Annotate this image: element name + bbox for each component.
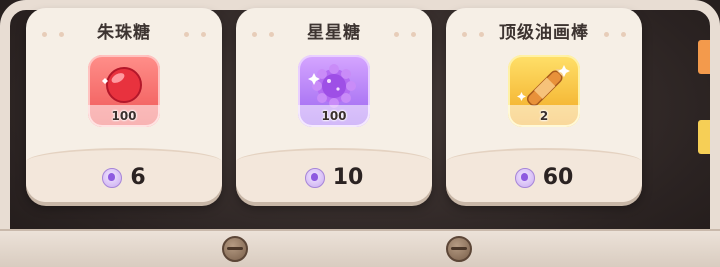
item-tile: 100 (88, 55, 160, 127)
purple-crystal-currency-icon (304, 167, 325, 188)
item-title: 星星糖 (307, 23, 361, 43)
price-value: 60 (542, 165, 574, 190)
item-count: 100 (321, 109, 347, 123)
purple-crystal-currency-icon (514, 167, 535, 188)
item-count: 100 (111, 109, 137, 123)
price-value: 10 (332, 165, 364, 190)
item-tile: 2 (508, 55, 580, 127)
item-tile: 100 (298, 55, 370, 127)
item-count: 2 (539, 109, 549, 123)
price[interactable]: 10 (236, 165, 432, 190)
shop-item-card-2[interactable]: 星星糖 100 10 (236, 8, 432, 202)
shop-item-card-3[interactable]: 顶级油画棒 2 60 (446, 8, 642, 202)
item-title: 顶级油画棒 (499, 23, 589, 43)
price[interactable]: 6 (26, 165, 222, 190)
price-value: 6 (130, 165, 146, 190)
item-title: 朱珠糖 (97, 23, 151, 43)
price[interactable]: 60 (446, 165, 642, 190)
purple-crystal-currency-icon (102, 167, 123, 188)
screw-icon (222, 236, 248, 262)
shop-item-card-1[interactable]: 朱珠糖 100 6 (26, 8, 222, 202)
screw-icon (446, 236, 472, 262)
board-frame-bottom (0, 229, 720, 267)
